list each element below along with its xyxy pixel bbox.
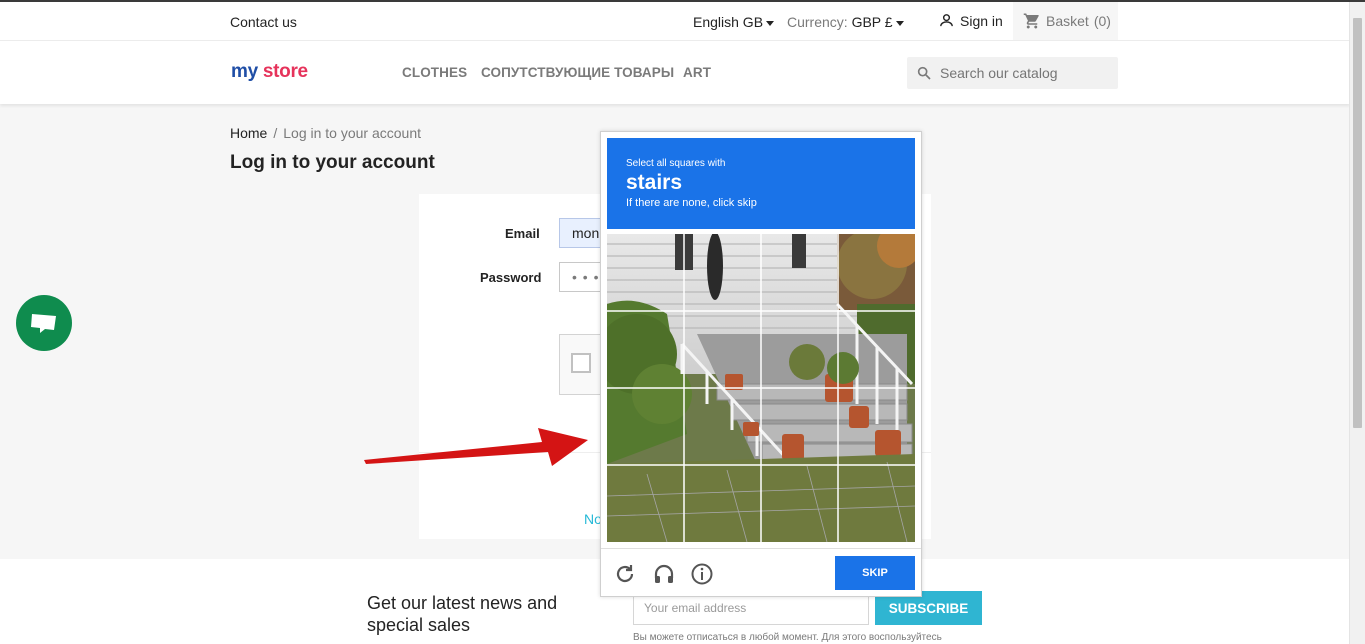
captcha-target: stairs <box>626 171 683 194</box>
chat-icon <box>31 314 56 333</box>
captcha-hint: If there are none, click skip <box>626 197 757 209</box>
basket-button[interactable]: Basket (0) <box>1013 2 1118 40</box>
chevron-down-icon <box>766 20 775 26</box>
captcha-image-grid[interactable] <box>607 234 915 542</box>
info-icon[interactable] <box>690 562 714 586</box>
contact-link[interactable]: Contact us <box>230 14 297 30</box>
search-box <box>907 57 1118 89</box>
currency-value: GBP £ <box>851 14 893 30</box>
breadcrumb-home[interactable]: Home <box>230 125 267 141</box>
search-icon[interactable] <box>916 65 932 81</box>
logo-part-my: my <box>231 61 258 82</box>
chat-button[interactable] <box>16 295 72 351</box>
scrollbar-thumb[interactable] <box>1353 18 1362 428</box>
skip-button[interactable]: SKIP <box>835 556 915 590</box>
email-label: Email <box>505 226 540 241</box>
store-logo[interactable]: my store <box>231 61 308 83</box>
reload-icon[interactable] <box>613 562 637 586</box>
captcha-footer-divider <box>601 548 921 549</box>
headphones-icon[interactable] <box>652 562 676 586</box>
nav-accessories[interactable]: СОПУТСТВУЮЩИЕ ТОВАРЫ <box>481 65 674 80</box>
breadcrumb-current: Log in to your account <box>283 125 422 141</box>
captcha-instruction: Select all squares with <box>626 158 726 169</box>
captcha-header: Select all squares with stairs If there … <box>607 138 915 229</box>
top-bar <box>0 2 1350 41</box>
chevron-down-icon <box>895 20 904 26</box>
password-label: Password <box>480 270 542 285</box>
nav-art[interactable]: ART <box>683 65 711 80</box>
nav-clothes[interactable]: CLOTHES <box>402 65 467 80</box>
signin-link[interactable]: Sign in <box>938 12 1003 29</box>
red-arrow-annotation <box>364 428 588 466</box>
newsletter-note: Вы можете отписаться в любой момент. Для… <box>633 632 942 643</box>
logo-part-store: store <box>262 61 308 82</box>
page-title: Log in to your account <box>230 152 435 173</box>
currency-prefix: Currency: <box>787 14 848 30</box>
main-header <box>0 41 1350 104</box>
user-icon <box>940 14 953 27</box>
language-label: English GB <box>693 14 764 30</box>
cart-icon <box>1023 13 1039 29</box>
currency-selector[interactable]: Currency: GBP £ <box>787 14 904 30</box>
newsletter-text: Get our latest news and special sales <box>367 593 558 635</box>
page-scrollbar[interactable] <box>1349 2 1365 644</box>
search-input[interactable] <box>940 65 1110 81</box>
language-selector[interactable]: English GB <box>693 14 775 30</box>
captcha-checkbox[interactable] <box>571 353 591 373</box>
breadcrumb: Home / Log in to your account <box>230 125 421 141</box>
captcha-challenge: Select all squares with stairs If there … <box>600 131 922 597</box>
signin-label: Sign in <box>960 12 1003 29</box>
basket-label: Basket <box>1046 13 1089 29</box>
breadcrumb-separator: / <box>273 125 278 141</box>
basket-count: (0) <box>1093 13 1111 29</box>
